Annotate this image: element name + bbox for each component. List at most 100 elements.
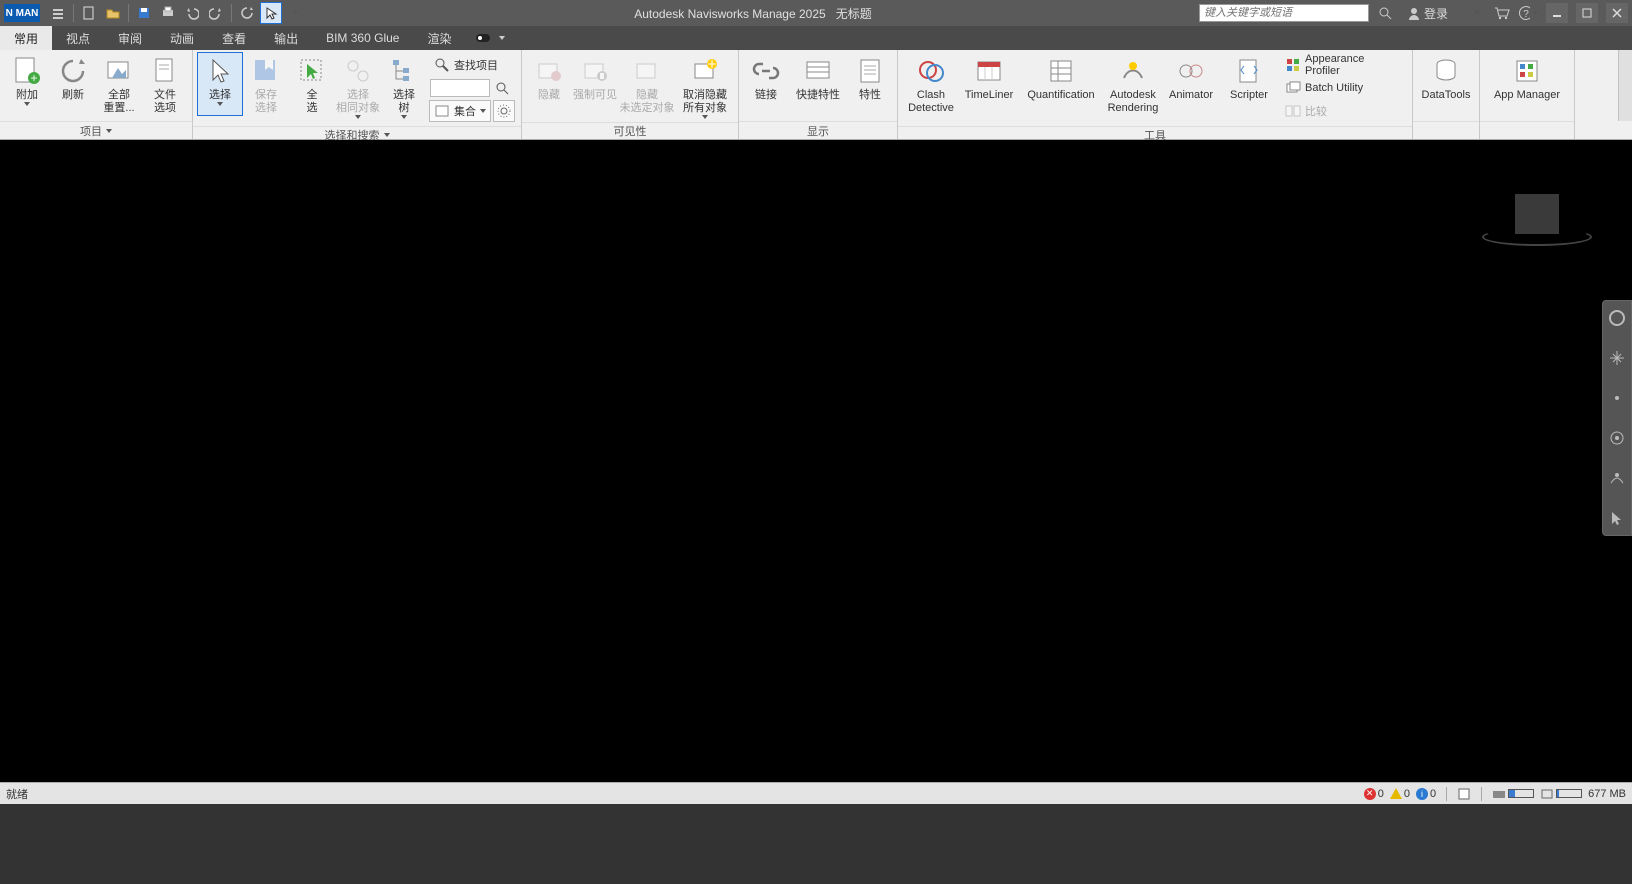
status-mem-bar	[1540, 788, 1582, 800]
navigation-bar	[1602, 300, 1632, 536]
look-icon[interactable]	[1606, 467, 1628, 489]
scripter-button[interactable]: Scripter	[1220, 52, 1278, 116]
view-cube[interactable]	[1482, 194, 1592, 264]
tab-bim360[interactable]: BIM 360 Glue	[312, 26, 413, 50]
zoom-dot-icon[interactable]	[1606, 387, 1628, 409]
status-disk-bar	[1492, 788, 1534, 800]
save-icon[interactable]	[133, 2, 155, 24]
viewport[interactable]	[0, 140, 1632, 782]
status-memory: 677 MB	[1588, 788, 1626, 800]
disk-icon	[1492, 788, 1506, 800]
reset-all-button[interactable]: 全部 重置...	[96, 52, 142, 116]
nav-wheel-icon[interactable]	[1606, 307, 1628, 329]
qat-dropdown-icon[interactable]	[284, 2, 306, 24]
minimize-button[interactable]	[1546, 3, 1568, 23]
panel-display: 链接 快捷特性 特性 显示	[739, 50, 898, 139]
tab-animation[interactable]: 动画	[156, 26, 208, 50]
chip-icon	[1540, 788, 1554, 800]
rendering-icon	[1117, 55, 1149, 87]
sets-extra-button[interactable]	[493, 100, 515, 122]
redo-icon[interactable]	[205, 2, 227, 24]
panel-display-title: 显示	[739, 121, 897, 139]
autodesk-rendering-button[interactable]: Autodesk Rendering	[1104, 52, 1162, 116]
quick-properties-button[interactable]: 快捷特性	[789, 52, 847, 116]
require-icon	[579, 55, 611, 87]
gear-small-icon	[497, 103, 511, 119]
select-button[interactable]: 选择	[197, 52, 243, 116]
timeliner-button[interactable]: TimeLiner	[960, 52, 1018, 116]
tab-output[interactable]: 输出	[260, 26, 312, 50]
new-icon[interactable]	[78, 2, 100, 24]
status-errors[interactable]: ✕0	[1364, 788, 1384, 800]
close-button[interactable]	[1606, 3, 1628, 23]
file-options-button[interactable]: 文件 选项	[142, 52, 188, 116]
help-icon[interactable]: ?	[1518, 3, 1538, 23]
print-icon[interactable]	[157, 2, 179, 24]
select-all-button[interactable]: 全 选	[289, 52, 335, 116]
quick-find-input[interactable]	[429, 77, 515, 99]
document-title: 无标题	[836, 7, 872, 21]
quantification-icon	[1045, 55, 1077, 87]
status-info[interactable]: i0	[1416, 788, 1436, 800]
sets-button[interactable]: 集合	[429, 100, 491, 122]
panel-visibility-title: 可见性	[522, 122, 738, 139]
tab-home[interactable]: 常用	[0, 26, 52, 50]
unhide-all-button[interactable]: 取消隐藏 所有对象	[676, 52, 734, 120]
status-sheet-icon[interactable]	[1457, 787, 1471, 801]
properties-button[interactable]: 特性	[847, 52, 893, 116]
maximize-button[interactable]	[1576, 3, 1598, 23]
quantification-button[interactable]: Quantification	[1018, 52, 1104, 116]
login-button[interactable]: 登录	[1401, 5, 1486, 22]
search-go-icon[interactable]	[1375, 3, 1395, 23]
find-icon	[434, 57, 450, 73]
search-input[interactable]	[1199, 4, 1369, 22]
qat-menu-icon[interactable]	[47, 2, 69, 24]
find-items-button[interactable]: 查找项目	[429, 54, 515, 76]
orbit-icon[interactable]	[1606, 427, 1628, 449]
animator-button[interactable]: Animator	[1162, 52, 1220, 116]
tab-render[interactable]: 渲染	[413, 26, 465, 50]
ribbon-collapse-handle[interactable]	[1618, 50, 1632, 121]
panel-tools: Clash Detective TimeLiner Quantification…	[898, 50, 1413, 139]
tab-viewpoint[interactable]: 视点	[52, 26, 104, 50]
tab-addins-icon[interactable]	[465, 26, 514, 50]
append-button[interactable]: + 附加	[4, 52, 50, 116]
quick-find-field[interactable]	[430, 79, 490, 97]
svg-text:+: +	[30, 71, 37, 85]
datatools-button[interactable]: DataTools	[1417, 52, 1475, 116]
append-icon: +	[11, 55, 43, 87]
selection-tree-button[interactable]: 选择 树	[381, 52, 427, 120]
open-icon[interactable]	[102, 2, 124, 24]
panel-select-search: 选择 保存 选择 全 选 选择 相同对象 选择 树 查找项目	[193, 50, 522, 139]
reset-icon	[103, 55, 135, 87]
clash-detective-button[interactable]: Clash Detective	[902, 52, 960, 116]
select-nav-icon[interactable]	[1606, 507, 1628, 529]
status-warnings[interactable]: 0	[1390, 788, 1410, 800]
app-manager-button[interactable]: App Manager	[1484, 52, 1570, 116]
batch-utility-button[interactable]: Batch Utility	[1280, 77, 1406, 99]
unhide-icon	[689, 55, 721, 87]
quick-find-go-icon[interactable]	[494, 80, 510, 96]
hide-button: 隐藏	[526, 52, 572, 116]
panel-appmanager: App Manager	[1480, 50, 1575, 139]
app-title: Autodesk Navisworks Manage 2025	[634, 7, 825, 21]
pan-icon[interactable]	[1606, 347, 1628, 369]
refresh-button[interactable]: 刷新	[50, 52, 96, 116]
login-label: 登录	[1424, 5, 1448, 22]
timeliner-icon	[973, 55, 1005, 87]
tab-view[interactable]: 查看	[208, 26, 260, 50]
panel-visibility: 隐藏 强制可见 隐藏 未选定对象 取消隐藏 所有对象 可见性	[522, 50, 739, 139]
appearance-profiler-button[interactable]: Appearance Profiler	[1280, 54, 1406, 76]
app-manager-icon	[1511, 55, 1543, 87]
cart-icon[interactable]	[1492, 3, 1512, 23]
compare-button: 比较	[1280, 100, 1406, 122]
undo-icon[interactable]	[181, 2, 203, 24]
sets-icon	[434, 103, 450, 119]
select-same-button: 选择 相同对象	[335, 52, 381, 120]
app-logo[interactable]: N MAN	[4, 4, 40, 22]
appearance-icon	[1285, 57, 1301, 73]
tab-review[interactable]: 审阅	[104, 26, 156, 50]
refresh-icon[interactable]	[236, 2, 258, 24]
select-cursor-icon[interactable]	[260, 2, 282, 24]
links-button[interactable]: 链接	[743, 52, 789, 116]
